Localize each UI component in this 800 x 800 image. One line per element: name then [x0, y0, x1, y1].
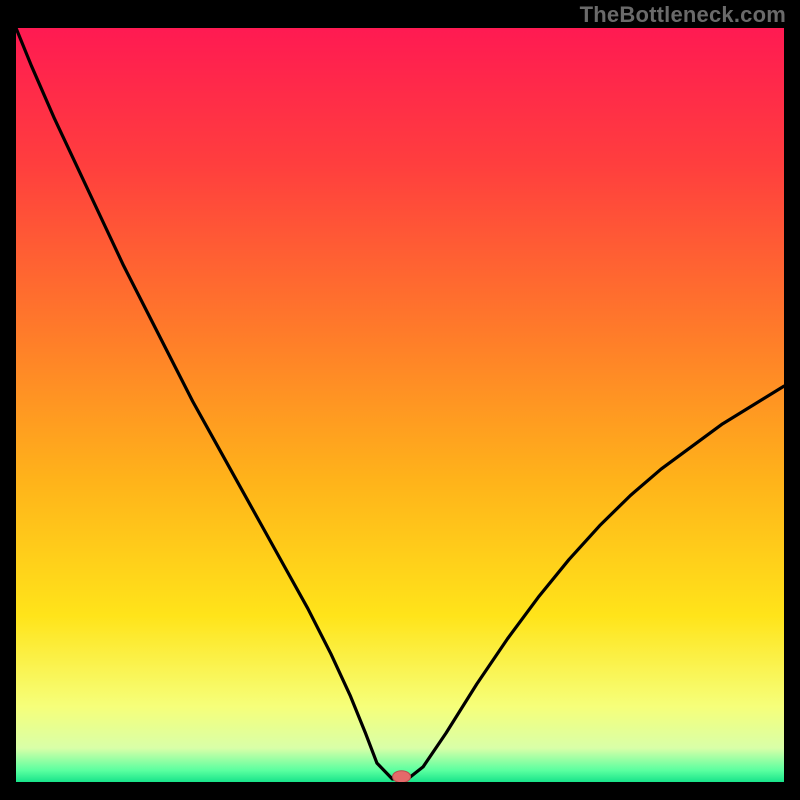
gradient-background: [16, 28, 784, 782]
stage: TheBottleneck.com: [0, 0, 800, 800]
min-marker: [393, 771, 411, 782]
plot-frame: [16, 28, 784, 782]
bottleneck-plot: [16, 28, 784, 782]
watermark-text: TheBottleneck.com: [580, 2, 786, 28]
